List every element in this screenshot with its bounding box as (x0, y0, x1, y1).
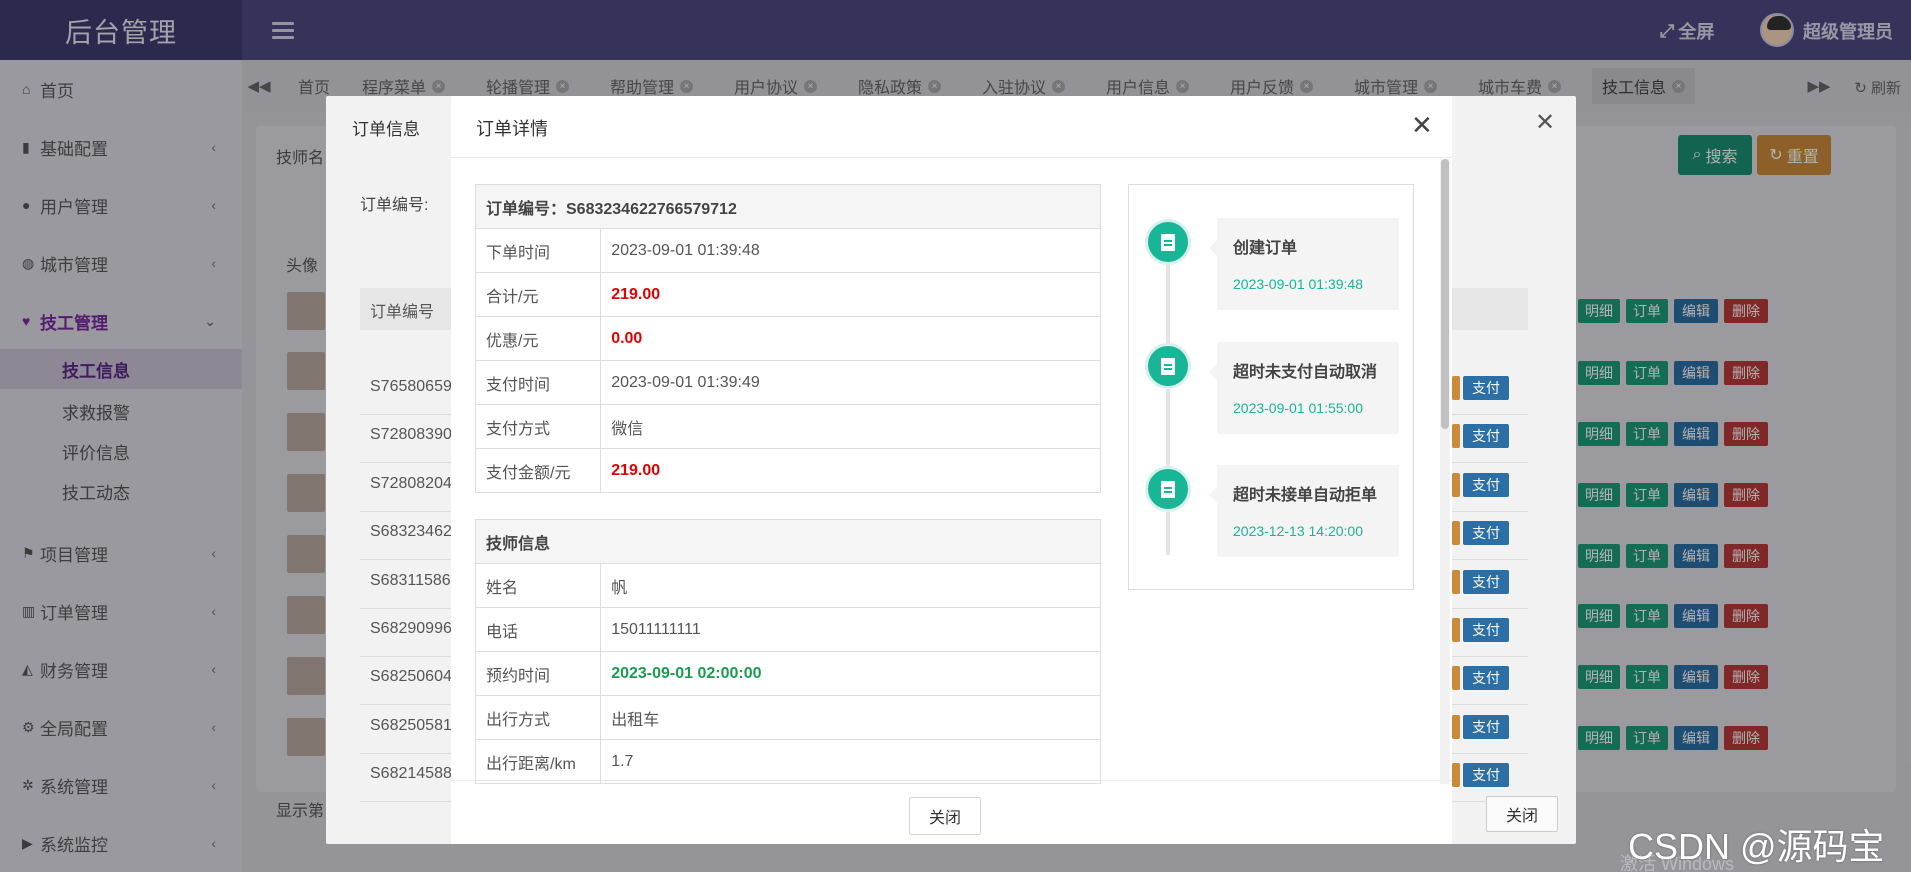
action-button-partial[interactable] (1452, 521, 1460, 545)
action-button-partial[interactable] (1452, 424, 1460, 448)
document-icon (1145, 466, 1191, 512)
action-button-partial[interactable] (1452, 715, 1460, 739)
order-info-table: 订单编号：S683234622766579712 下单时间 2023-09-01 … (474, 184, 1101, 493)
timeline-item: 超时未支付自动取消 2023-09-01 01:55:00 (1209, 342, 1399, 434)
pay-button[interactable]: 支付 (1463, 763, 1509, 787)
document-icon (1145, 343, 1191, 389)
table-row: 姓名帆 (475, 563, 1101, 608)
technician-header: 技师信息 (475, 519, 1101, 564)
modal-header: 订单详情 ✕ (451, 96, 1452, 158)
table-row: 支付时间 2023-09-01 01:39:49 (474, 360, 1101, 405)
order-number-cell: S72808390 (370, 426, 452, 443)
table-row: 支付金额/元 219.00 (474, 448, 1101, 493)
pay-button[interactable]: 支付 (1463, 376, 1509, 400)
table-row: 出行方式 出租车 (475, 695, 1101, 740)
action-button-partial[interactable] (1452, 666, 1460, 690)
total-amount: 219.00 (600, 272, 1101, 317)
table-row: 电话 15011111111 (475, 607, 1101, 652)
action-button-partial[interactable] (1452, 618, 1460, 642)
action-button-partial[interactable] (1452, 376, 1460, 400)
action-button-partial[interactable] (1452, 570, 1460, 594)
pay-button[interactable]: 支付 (1463, 473, 1509, 497)
pay-button[interactable]: 支付 (1463, 424, 1509, 448)
pay-button[interactable]: 支付 (1463, 521, 1509, 545)
action-button-partial[interactable] (1452, 473, 1460, 497)
action-button-partial[interactable] (1452, 763, 1460, 787)
timeline-item: 创建订单 2023-09-01 01:39:48 (1209, 218, 1399, 310)
order-number-cell: S68250581 (370, 717, 452, 734)
table-row: 出行距离/km 1.7 (475, 739, 1101, 784)
pay-button[interactable]: 支付 (1463, 618, 1509, 642)
technician-info-table: 技师信息 姓名帆 电话 15011111111 预约时间 2023-09-01 02… (475, 519, 1101, 784)
order-number-cell: S68214588 (370, 765, 452, 782)
appointment-time: 2023-09-01 02:00:00 (600, 651, 1101, 696)
scrollbar-thumb[interactable] (1441, 159, 1449, 429)
order-number-cell: S68250604 (370, 668, 452, 685)
order-number-header: 订单编号：S683234622766579712 (475, 184, 1101, 229)
discount-amount: 0.00 (600, 316, 1101, 361)
close-icon[interactable]: ✕ (1411, 112, 1433, 138)
order-number-cell: S68290996 (370, 620, 452, 637)
document-icon (1145, 219, 1191, 265)
order-number-cell: S72808204 (370, 475, 452, 492)
paid-amount: 219.00 (600, 448, 1101, 493)
pay-button[interactable]: 支付 (1463, 666, 1509, 690)
table-row: 预约时间 2023-09-01 02:00:00 (475, 651, 1101, 696)
timeline-item: 超时未接单自动拒单 2023-12-13 14:20:00 (1209, 465, 1399, 557)
csdn-watermark: CSDN @源码宝 (1628, 826, 1885, 867)
table-row: 优惠/元 0.00 (474, 316, 1101, 361)
order-info-title: 订单信息 (352, 120, 420, 139)
modal-title: 订单详情 (476, 119, 548, 139)
modal-close-button[interactable]: 关闭 (909, 797, 981, 835)
table-row: 支付方式 微信 (474, 404, 1101, 449)
close-icon[interactable]: ✕ (1535, 111, 1555, 135)
order-number-cell: S68323462 (370, 523, 452, 540)
technician-table-clip: 技师信息 姓名帆 电话 15011111111 预约时间 2023-09-01 02… (475, 519, 1101, 784)
order-no-filter-label: 订单编号: (360, 197, 429, 214)
col-order-no: 订单编号 (370, 304, 435, 321)
order-info-close-button[interactable]: 关闭 (1486, 796, 1558, 832)
pay-button[interactable]: 支付 (1463, 570, 1509, 594)
table-row: 下单时间 2023-09-01 01:39:48 (474, 228, 1101, 273)
order-number-cell: S68311586 (370, 572, 451, 589)
order-number-cell: S76580659 (370, 378, 452, 395)
modal-scrollbar[interactable] (1440, 159, 1450, 784)
table-row: 合计/元 219.00 (474, 272, 1101, 317)
pay-button[interactable]: 支付 (1463, 715, 1509, 739)
